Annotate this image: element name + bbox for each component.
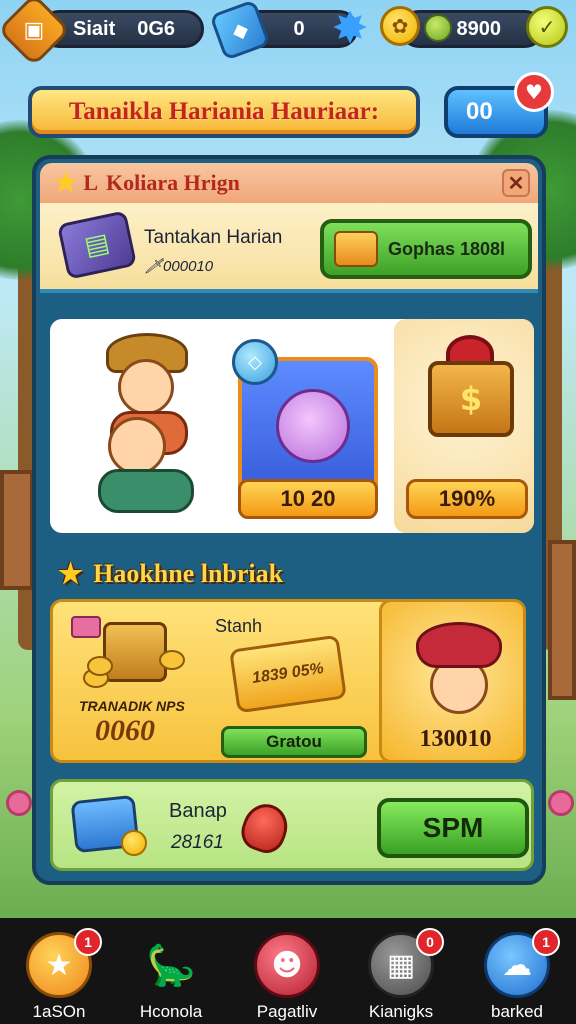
nav-badge: 1: [74, 928, 102, 956]
coin-icon: [121, 830, 147, 856]
chest-offer-label: TRANADIK NPS: [79, 698, 185, 714]
nav-item-barked[interactable]: ☁ 1 barked: [462, 928, 572, 1024]
panel-header: ★ L Koliara Hrign ✕: [40, 163, 538, 203]
heart-icon[interactable]: ♥: [514, 72, 554, 112]
ticket-icon: ▤: [56, 210, 138, 280]
money-price: 190%: [438, 486, 496, 511]
nav-label: Kianigks: [368, 1002, 434, 1021]
nav-label: barked: [491, 1002, 543, 1021]
nav-item-pagatliv[interactable]: ☻ Pagatliv: [232, 928, 342, 1024]
gold-chest-icon: [83, 618, 185, 700]
close-button[interactable]: ✕: [502, 169, 530, 197]
nav-badge: 0: [416, 928, 444, 956]
star-icon: ★: [54, 168, 78, 197]
dino-icon: 🦕: [146, 942, 196, 989]
featured-offers: ◇ 10 20 $ 190%: [50, 319, 534, 533]
gold-ticket: 1839 05%: [229, 634, 347, 714]
section-title-text: Haokhne lnbriak: [93, 559, 284, 588]
gems-value: 0: [293, 17, 305, 40]
spm-label: SPM: [422, 812, 484, 843]
daily-subtitle: 🗡000010: [144, 258, 214, 275]
gratis-button[interactable]: Gratou: [221, 726, 367, 758]
profile-label: Siait: [73, 17, 116, 40]
characters-illustration: [70, 333, 220, 519]
character-icon: ☻: [254, 932, 320, 998]
daily-task-row: ▤ Tantakan Harian 🗡000010 Gophas 1808l: [40, 203, 538, 293]
nav-label: 1aSOn: [32, 1002, 86, 1021]
money-box-icon: $: [428, 361, 514, 437]
nav-label: Hconola: [139, 1002, 203, 1021]
stash-label: Stanh: [215, 616, 263, 636]
bear-price-button[interactable]: 10 20: [238, 479, 378, 519]
nav-label: Pagatliv: [256, 1002, 318, 1021]
top-resource-bar: Siait 0G6 ▣ 0 ◆ ✸ 8900 ✿ ✓: [0, 0, 576, 67]
nav-item-season[interactable]: ★ 1 1aSOn: [4, 928, 114, 1024]
header-letter: L: [83, 170, 98, 195]
ticket-text: 1839 05%: [251, 660, 325, 687]
bottom-nav: ★ 1 1aSOn 🦕 Hconola ☻ Pagatliv ▦ 0 Kiani…: [0, 918, 576, 1024]
nav-item-kianigks[interactable]: ▦ 0 Kianigks: [346, 928, 456, 1024]
fruit-icon: [424, 14, 452, 42]
counter-value: 00: [466, 98, 493, 125]
chest-offer-value: 0060: [95, 714, 155, 747]
daily-claim-label: Gophas 1808l: [388, 238, 506, 259]
reward-row: Banap 28161 SPM: [50, 779, 534, 871]
chest-icon: [334, 231, 378, 267]
event-title-banner: Tanaikla Hariania Hauriaar:: [28, 86, 420, 138]
shop-panel: ★ L Koliara Hrign ✕ ▤ Tantakan Harian 🗡0…: [32, 155, 546, 885]
gratis-label: Gratou: [266, 732, 322, 751]
special-offers: TRANADIK NPS 0060 Stanh 1839 05% Gratou …: [50, 599, 526, 763]
bear-price: 10 20: [280, 486, 336, 511]
daily-claim-button[interactable]: Gophas 1808l: [320, 219, 532, 279]
profile-value: 0G6: [137, 17, 176, 40]
money-price-button[interactable]: 190%: [406, 479, 528, 519]
hat-character-offer[interactable]: 130010: [379, 599, 526, 763]
bear-icon: [276, 389, 350, 463]
daily-title: Tantakan Harian: [144, 227, 283, 248]
gold-coin-icon[interactable]: ✓: [526, 6, 568, 48]
pepper-icon: [236, 797, 294, 859]
nav-item-hconola[interactable]: 🦕 Hconola: [116, 928, 226, 1024]
reward-title: Banap: [169, 800, 227, 822]
coins-value: 8900: [456, 17, 502, 40]
coin-icon: ✿: [380, 6, 420, 46]
hat-offer-value: 130010: [419, 726, 492, 752]
hat-character-icon: [416, 622, 502, 722]
star-badge-icon: ✸: [331, 2, 369, 54]
diamond-badge-icon: ◇: [232, 339, 278, 385]
event-title: Tanaikla Hariania Hauriaar:: [68, 98, 380, 125]
panel-title: Koliara Hrign: [106, 170, 240, 195]
coins-pill[interactable]: 8900: [400, 10, 544, 48]
reward-value: 28161: [171, 832, 224, 853]
section-title: ★ Haokhne lnbriak: [58, 557, 283, 591]
star-icon: ★: [58, 559, 84, 590]
spm-button[interactable]: SPM: [377, 798, 529, 858]
nav-badge: 1: [532, 928, 560, 956]
